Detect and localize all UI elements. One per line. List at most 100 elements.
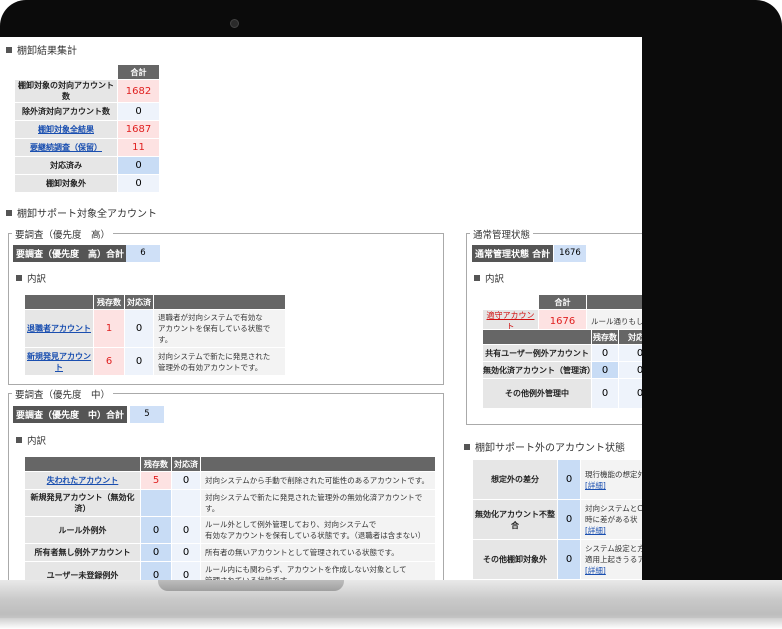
mid-total-label: 要調査（優先度 中）合計 bbox=[13, 406, 128, 423]
summary-row-label[interactable]: 要継続調査（保留） bbox=[14, 138, 118, 157]
mid-table: 残存数 対応済 失われたアカウント 5 0 対向システムから手動で削除された可能性のあ… bbox=[24, 456, 436, 580]
camera-icon bbox=[230, 19, 239, 28]
mid-row-remaining: 0 bbox=[140, 543, 172, 562]
summary-row: 要継続調査（保留） 11 bbox=[14, 138, 160, 157]
summary-row-value: 0 bbox=[117, 102, 160, 121]
high-row-remaining: 6 bbox=[93, 347, 125, 376]
mid-row-desc: 所有者の無いアカウントとして管理されている状態です。 bbox=[200, 543, 436, 562]
summary-row: 棚卸対象外 0 bbox=[14, 174, 160, 193]
outside-title: 棚卸サポート外のアカウント状態 bbox=[464, 439, 625, 454]
mid-table-row: 新規発見アカウント（無効化済） 対向システムで新たに発見された管理外の無効化済アカ… bbox=[24, 489, 436, 517]
mid-row-label: ユーザー未登録例外 bbox=[24, 561, 141, 580]
normal-row-label: 無効化済アカウント（管理済） bbox=[482, 361, 595, 379]
mid-col-desc bbox=[200, 456, 436, 472]
normal-row-done: 0 bbox=[618, 378, 642, 409]
high-col-remaining: 残存数 bbox=[93, 294, 125, 310]
outside-row-label: その他棚卸対象外 bbox=[472, 539, 558, 580]
normal-row-label: 共有ユーザー例外アカウント bbox=[482, 344, 592, 362]
normal-row-remaining: 0 bbox=[591, 378, 619, 409]
mid-priority-legend: 要調査（優先度 中） bbox=[12, 387, 114, 401]
summary-row: 棚卸対象の対向アカウント数 1682 bbox=[14, 79, 160, 103]
laptop-shadow bbox=[0, 618, 782, 629]
summary-row-value: 0 bbox=[117, 174, 160, 193]
normal-breakdown-title: 内訳 bbox=[474, 271, 504, 285]
normal-detail-corner bbox=[482, 329, 592, 345]
square-bullet-icon bbox=[464, 444, 470, 450]
mid-row-label[interactable]: 失われたアカウント bbox=[24, 471, 141, 490]
mid-row-desc: 対向システムで新たに発見された管理外の無効化済アカウントです。 bbox=[200, 489, 436, 517]
mid-col-done: 対応済 bbox=[171, 456, 201, 472]
outside-row-label: 想定外の差分 bbox=[472, 459, 558, 500]
outside-table-row: その他棚卸対象外 0 システム設定と方 適用上起きうるア [詳細] bbox=[472, 539, 642, 580]
outside-detail-link[interactable]: [詳細] bbox=[585, 526, 606, 535]
mid-total-value: 5 bbox=[130, 406, 164, 423]
square-bullet-icon bbox=[474, 275, 480, 281]
summary-row: 対応済み 0 bbox=[14, 156, 160, 175]
square-bullet-icon bbox=[16, 275, 22, 281]
high-row-done: 0 bbox=[124, 347, 154, 376]
mid-breakdown-title: 内訳 bbox=[16, 433, 46, 447]
outside-detail-link[interactable]: [詳細] bbox=[585, 481, 606, 490]
summary-col-total: 合計 bbox=[117, 64, 160, 80]
summary-row-value: 1682 bbox=[117, 79, 160, 103]
mid-row-done: 0 bbox=[171, 516, 201, 544]
mid-corner bbox=[24, 456, 141, 472]
high-corner bbox=[24, 294, 94, 310]
normal-total-value: 1676 bbox=[554, 245, 586, 262]
normal-row-remaining: 0 bbox=[591, 344, 619, 362]
high-row-label[interactable]: 退職者アカウント bbox=[24, 309, 94, 348]
high-row-desc: 対向システムで新たに発見された 管理外の有効アカウントです。 bbox=[153, 347, 286, 376]
mid-row-desc: ルール内にも関わらず、アカウントを作成しない対象として管理されている状態です。 bbox=[200, 561, 436, 580]
outside-row-desc: 現行機能の想定外 [詳細] bbox=[580, 459, 642, 500]
outside-detail-link[interactable]: [詳細] bbox=[585, 566, 606, 575]
summary-table: 合計 棚卸対象の対向アカウント数 1682 除外済対向アカウント数 0 棚卸対象全結果 1… bbox=[14, 64, 160, 193]
summary-row-value: 11 bbox=[117, 138, 160, 157]
mid-row-remaining bbox=[140, 489, 172, 517]
normal-summary-table: 合計 適守アカウント 1676 ルール通りもしく bbox=[482, 294, 642, 333]
outside-row-value: 0 bbox=[557, 459, 581, 500]
normal-row-remaining: 0 bbox=[591, 361, 619, 379]
summary-title: 棚卸結果集計 bbox=[6, 42, 77, 57]
summary-row: 棚卸対象全結果 1687 bbox=[14, 120, 160, 139]
normal-col-desc bbox=[586, 294, 642, 310]
high-breakdown-title: 内訳 bbox=[16, 271, 46, 285]
high-total-value: 6 bbox=[126, 245, 160, 262]
high-row-done: 0 bbox=[124, 309, 154, 348]
mid-row-label: ルール外例外 bbox=[24, 516, 141, 544]
summary-corner bbox=[14, 64, 118, 80]
summary-row-label[interactable]: 棚卸対象全結果 bbox=[14, 120, 118, 139]
mid-row-remaining: 5 bbox=[140, 471, 172, 490]
summary-row-label: 棚卸対象外 bbox=[14, 174, 118, 193]
mid-table-row: 所有者無し例外アカウント 0 0 所有者の無いアカウントとして管理されている状態です。 bbox=[24, 543, 436, 562]
mid-row-done: 0 bbox=[171, 471, 201, 490]
normal-table-row: その他例外管理中 0 0 bbox=[482, 378, 642, 409]
high-row-remaining: 1 bbox=[93, 309, 125, 348]
summary-row: 除外済対向アカウント数 0 bbox=[14, 102, 160, 121]
mid-col-remaining: 残存数 bbox=[140, 456, 172, 472]
mid-table-row: 失われたアカウント 5 0 対向システムから手動で削除された可能性のあるアカウントです… bbox=[24, 471, 436, 490]
normal-col-remaining: 残存数 bbox=[591, 329, 619, 345]
high-table-row: 新規発見アカウント 6 0 対向システムで新たに発見された 管理外の有効アカウントです。 bbox=[24, 347, 286, 376]
mid-row-remaining: 0 bbox=[140, 516, 172, 544]
outside-row-label: 無効化アカウント不整合 bbox=[472, 499, 558, 540]
normal-col-total: 合計 bbox=[538, 294, 587, 310]
mid-row-desc: ルール外として例外管理しており、対向システムで 有効なアカウントを保有している状態… bbox=[200, 516, 436, 544]
mid-row-done: 0 bbox=[171, 543, 201, 562]
normal-legend: 通常管理状態 bbox=[470, 227, 534, 241]
outside-table-row: 無効化アカウント不整合 0 対向システムとC 時に差がある状 [詳細] bbox=[472, 499, 642, 540]
normal-table-row: 共有ユーザー例外アカウント 0 0 bbox=[482, 344, 642, 362]
mid-row-remaining: 0 bbox=[140, 561, 172, 580]
normal-row-done: 0 bbox=[618, 361, 642, 379]
mid-table-row: ルール外例外 0 0 ルール外として例外管理しており、対向システムで 有効なアカウントを… bbox=[24, 516, 436, 544]
high-col-desc bbox=[153, 294, 286, 310]
normal-corner bbox=[482, 294, 539, 310]
high-table: 残存数 対応済 退職者アカウント 1 0 退職者が対向システムで有効な アカウントを保有… bbox=[24, 294, 286, 376]
mid-row-desc: 対向システムから手動で削除された可能性のあるアカウントです。 bbox=[200, 471, 436, 490]
high-col-done: 対応済 bbox=[124, 294, 154, 310]
summary-row-value: 1687 bbox=[117, 120, 160, 139]
outside-row-value: 0 bbox=[557, 539, 581, 580]
square-bullet-icon bbox=[6, 210, 12, 216]
high-row-label[interactable]: 新規発見アカウント bbox=[24, 347, 94, 376]
normal-total-label: 通常管理状態 合計 bbox=[472, 245, 554, 262]
summary-row-label: 棚卸対象の対向アカウント数 bbox=[14, 79, 118, 103]
